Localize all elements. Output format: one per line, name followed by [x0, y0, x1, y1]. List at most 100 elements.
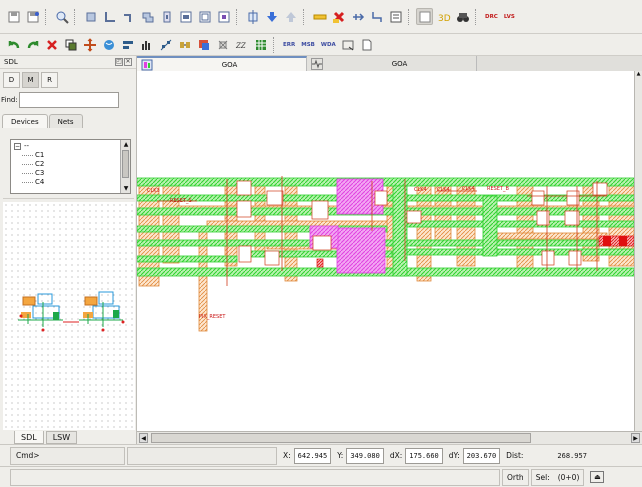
mode-d-button[interactable]: D	[3, 72, 20, 88]
canvas-vertical-scrollbar[interactable]: ▲	[634, 71, 642, 431]
pin-icon[interactable]	[215, 8, 232, 25]
rectangle-icon[interactable]	[82, 8, 99, 25]
selection-box-icon[interactable]	[340, 36, 357, 53]
err-button[interactable]: ERR	[280, 42, 298, 48]
properties-icon[interactable]	[387, 8, 404, 25]
scroll-up-icon[interactable]: ▲	[121, 140, 131, 149]
orth-mode[interactable]: Orth	[502, 468, 529, 486]
save-icon[interactable]	[5, 8, 22, 25]
dist-label: Dist:	[506, 451, 524, 460]
tab-nets[interactable]: Nets	[48, 114, 83, 128]
cmd-label: Cmd>	[16, 451, 40, 460]
tab-sdl[interactable]: SDL	[14, 431, 44, 444]
undo-icon[interactable]	[5, 36, 22, 53]
split-icon[interactable]	[368, 8, 385, 25]
save-as-icon[interactable]	[24, 8, 41, 25]
toolbar-separator	[74, 8, 78, 25]
layer-icon[interactable]	[195, 36, 212, 53]
tab-layout-goa[interactable]: GOA	[137, 56, 307, 71]
sel-label: Sel:	[535, 472, 550, 482]
tree-root-label: --	[24, 142, 30, 150]
dock-title-bar: SDL ◰ ✕	[0, 56, 136, 69]
table-icon[interactable]: ZZ	[233, 36, 250, 53]
net-label: RESET_B	[487, 186, 510, 192]
scroll-down-icon[interactable]: ▼	[121, 184, 131, 193]
cmd-input[interactable]	[127, 446, 277, 465]
tree-root[interactable]: − --	[14, 142, 130, 151]
marker-block	[619, 236, 627, 246]
ascend-icon[interactable]	[282, 8, 299, 25]
close-dock-icon[interactable]: ✕	[124, 58, 132, 66]
tab-devices[interactable]: Devices	[2, 114, 48, 128]
redo-icon[interactable]	[24, 36, 41, 53]
instance-icon[interactable]	[177, 8, 194, 25]
tree-item[interactable]: C1	[14, 151, 130, 160]
tree-item[interactable]: C3	[14, 169, 130, 178]
cmd-prompt[interactable]: Cmd>	[10, 446, 125, 465]
tab-lsw[interactable]: LSW	[45, 431, 78, 444]
array-icon[interactable]	[196, 8, 213, 25]
binoculars-icon[interactable]	[454, 8, 471, 25]
scroll-up-icon[interactable]: ▲	[635, 71, 642, 77]
wire-icon[interactable]	[120, 8, 137, 25]
toolbar-separator	[475, 8, 479, 25]
find-input[interactable]	[18, 92, 119, 108]
stretch-icon[interactable]	[349, 8, 366, 25]
chart-icon[interactable]	[138, 36, 155, 53]
drc-button[interactable]: DRC	[482, 14, 501, 20]
scroll-left-icon[interactable]: ◀	[139, 433, 148, 443]
status-message	[10, 468, 500, 486]
move-icon[interactable]	[81, 36, 98, 53]
tree-scrollbar[interactable]: ▲ ▼	[120, 140, 130, 193]
bus-icon[interactable]	[214, 36, 231, 53]
connect-icon[interactable]	[176, 36, 193, 53]
layout-canvas[interactable]: CLK3 RESET_S CLK4 CLK4 CLK4 RESET_B PIX_…	[137, 71, 634, 431]
scroll-right-icon[interactable]: ▶	[631, 433, 640, 443]
hierarchy-icon[interactable]	[244, 8, 261, 25]
msb-button[interactable]: MSB	[298, 42, 318, 48]
eject-icon[interactable]: ⏏	[590, 471, 605, 483]
canvas-horizontal-scrollbar[interactable]: ◀ ▶	[137, 431, 642, 444]
layout-window-icon[interactable]	[416, 8, 433, 25]
tree-item[interactable]: C4	[14, 178, 130, 187]
delete-icon[interactable]	[43, 36, 60, 53]
tab-schematic-goa[interactable]: GOA	[307, 56, 477, 71]
y-value: 349.080	[346, 447, 384, 464]
collapse-icon[interactable]: −	[14, 143, 21, 150]
net-label: CLK3	[147, 188, 160, 194]
mode-m-button[interactable]: M	[22, 72, 39, 88]
page-icon[interactable]	[359, 36, 376, 53]
globe-icon[interactable]	[100, 36, 117, 53]
descend-icon[interactable]	[263, 8, 280, 25]
ruler-icon[interactable]	[311, 8, 328, 25]
overview-canvas[interactable]	[3, 202, 135, 430]
path-icon[interactable]	[101, 8, 118, 25]
tree-item[interactable]: C2	[14, 160, 130, 169]
copy-icon[interactable]	[62, 36, 79, 53]
zoom-icon[interactable]	[53, 8, 70, 25]
align-icon[interactable]	[119, 36, 136, 53]
status-bar: Orth Sel: (0+0) ⏏	[0, 466, 642, 487]
scatter-icon[interactable]	[157, 36, 174, 53]
net-label: CLK4	[414, 187, 427, 193]
matrix-icon[interactable]	[252, 36, 269, 53]
net-label: CLK4	[462, 186, 475, 192]
net-label: PIX_RESET	[199, 314, 226, 320]
x-value: 642.945	[293, 447, 332, 464]
dock-title: SDL	[4, 58, 18, 66]
find-label: Find:	[1, 96, 18, 104]
wda-button[interactable]: WDA	[318, 42, 339, 48]
command-row: Cmd> X: 642.945 Y: 349.080 dX: 175.660 d…	[0, 444, 642, 466]
mode-r-button[interactable]: R	[41, 72, 58, 88]
grid-3d-icon[interactable]: 3D	[435, 8, 452, 25]
via-icon[interactable]	[158, 8, 175, 25]
hscroll-thumb[interactable]	[151, 433, 531, 443]
polygon-icon[interactable]	[139, 8, 156, 25]
net-label: CLK4	[437, 187, 450, 193]
x-coordinate: X: 642.945	[283, 447, 332, 464]
lvs-button[interactable]: LVS	[501, 14, 518, 20]
layout-drawing: CLK3 RESET_S CLK4 CLK4 CLK4 RESET_B PIX_…	[137, 176, 634, 332]
clear-icon[interactable]	[330, 8, 347, 25]
tree-scroll-thumb[interactable]	[122, 150, 129, 178]
float-dock-icon[interactable]: ◰	[115, 58, 123, 66]
